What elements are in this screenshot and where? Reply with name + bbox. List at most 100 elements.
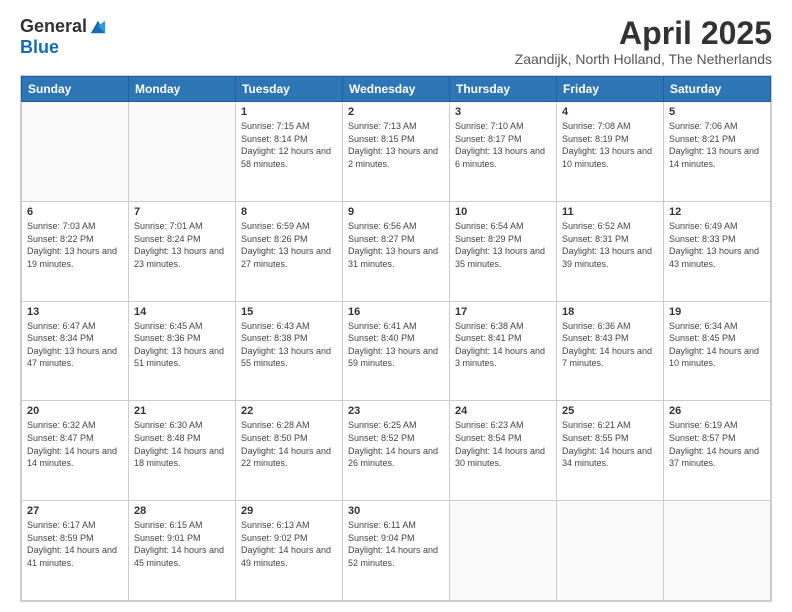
col-sunday: Sunday — [22, 77, 129, 102]
day-info: Sunrise: 6:21 AM Sunset: 8:55 PM Dayligh… — [562, 419, 658, 469]
day-info: Sunrise: 6:41 AM Sunset: 8:40 PM Dayligh… — [348, 320, 444, 370]
col-monday: Monday — [129, 77, 236, 102]
calendar-cell — [557, 501, 664, 601]
week-row-1: 1 Sunrise: 7:15 AM Sunset: 8:14 PM Daylig… — [22, 102, 771, 202]
day-number: 17 — [455, 306, 551, 318]
day-number: 5 — [669, 106, 765, 118]
calendar-cell: 24 Sunrise: 6:23 AM Sunset: 8:54 PM Dayli… — [450, 401, 557, 501]
col-wednesday: Wednesday — [343, 77, 450, 102]
calendar-cell: 28 Sunrise: 6:15 AM Sunset: 9:01 PM Dayli… — [129, 501, 236, 601]
day-info: Sunrise: 6:17 AM Sunset: 8:59 PM Dayligh… — [27, 519, 123, 569]
calendar-cell: 2Sunrise: 7:13 AM Sunset: 8:15 PM Daylig… — [343, 102, 450, 202]
calendar-cell: 29Sunrise: 6:13 AM Sunset: 9:02 PM Dayli… — [236, 501, 343, 601]
day-number: 11 — [562, 206, 658, 218]
day-info: Sunrise: 6:47 AM Sunset: 8:34 PM Dayligh… — [27, 320, 123, 370]
day-number: 28 — [134, 505, 230, 517]
calendar-cell: 27Sunrise: 6:17 AM Sunset: 8:59 PM Dayli… — [22, 501, 129, 601]
day-info: Sunrise: 6:23 AM Sunset: 8:54 PM Dayligh… — [455, 419, 551, 469]
day-number: 23 — [348, 405, 444, 417]
header: General Blue April 2025 Zaandijk, North … — [20, 16, 772, 67]
day-number: 12 — [669, 206, 765, 218]
week-row-3: 13Sunrise: 6:47 AM Sunset: 8:34 PM Dayli… — [22, 301, 771, 401]
day-info: Sunrise: 6:54 AM Sunset: 8:29 PM Dayligh… — [455, 220, 551, 270]
calendar-cell: 19Sunrise: 6:34 AM Sunset: 8:45 PM Dayli… — [664, 301, 771, 401]
day-number: 21 — [134, 405, 230, 417]
day-number: 26 — [669, 405, 765, 417]
day-number: 4 — [562, 106, 658, 118]
day-info: Sunrise: 7:10 AM Sunset: 8:17 PM Dayligh… — [455, 120, 551, 170]
day-number: 19 — [669, 306, 765, 318]
day-info: Sunrise: 7:03 AM Sunset: 8:22 PM Dayligh… — [27, 220, 123, 270]
day-number: 9 — [348, 206, 444, 218]
day-number: 15 — [241, 306, 337, 318]
day-number: 2 — [348, 106, 444, 118]
calendar-cell: 12 Sunrise: 6:49 AM Sunset: 8:33 PM Dayli… — [664, 201, 771, 301]
day-info: Sunrise: 6:38 AM Sunset: 8:41 PM Dayligh… — [455, 320, 551, 370]
col-thursday: Thursday — [450, 77, 557, 102]
logo-blue-text: Blue — [20, 37, 59, 58]
day-number: 14 — [134, 306, 230, 318]
calendar-header-row: Sunday Monday Tuesday Wednesday Thursday… — [22, 77, 771, 102]
col-saturday: Saturday — [664, 77, 771, 102]
logo-general-text: General — [20, 16, 87, 37]
calendar-cell: 11Sunrise: 6:52 AM Sunset: 8:31 PM Dayli… — [557, 201, 664, 301]
day-info: Sunrise: 6:36 AM Sunset: 8:43 PM Dayligh… — [562, 320, 658, 370]
day-info: Sunrise: 6:43 AM Sunset: 8:38 PM Dayligh… — [241, 320, 337, 370]
calendar-cell: 10 Sunrise: 6:54 AM Sunset: 8:29 PM Dayli… — [450, 201, 557, 301]
calendar-cell — [450, 501, 557, 601]
day-number: 22 — [241, 405, 337, 417]
day-info: Sunrise: 7:15 AM Sunset: 8:14 PM Dayligh… — [241, 120, 337, 170]
subtitle: Zaandijk, North Holland, The Netherlands — [515, 51, 772, 67]
calendar-cell — [129, 102, 236, 202]
day-info: Sunrise: 6:49 AM Sunset: 8:33 PM Dayligh… — [669, 220, 765, 270]
calendar-cell: 20Sunrise: 6:32 AM Sunset: 8:47 PM Dayli… — [22, 401, 129, 501]
day-number: 7 — [134, 206, 230, 218]
calendar-cell: 17 Sunrise: 6:38 AM Sunset: 8:41 PM Dayli… — [450, 301, 557, 401]
day-info: Sunrise: 6:25 AM Sunset: 8:52 PM Dayligh… — [348, 419, 444, 469]
day-number: 6 — [27, 206, 123, 218]
col-friday: Friday — [557, 77, 664, 102]
day-number: 25 — [562, 405, 658, 417]
week-row-2: 6 Sunrise: 7:03 AM Sunset: 8:22 PM Daylig… — [22, 201, 771, 301]
day-number: 16 — [348, 306, 444, 318]
day-number: 24 — [455, 405, 551, 417]
calendar-cell: 8 Sunrise: 6:59 AM Sunset: 8:26 PM Daylig… — [236, 201, 343, 301]
calendar-cell: 21 Sunrise: 6:30 AM Sunset: 8:48 PM Dayli… — [129, 401, 236, 501]
logo-icon — [89, 18, 107, 36]
calendar-cell: 4 Sunrise: 7:08 AM Sunset: 8:19 PM Daylig… — [557, 102, 664, 202]
day-number: 8 — [241, 206, 337, 218]
day-info: Sunrise: 7:06 AM Sunset: 8:21 PM Dayligh… — [669, 120, 765, 170]
calendar-cell: 26 Sunrise: 6:19 AM Sunset: 8:57 PM Dayli… — [664, 401, 771, 501]
day-info: Sunrise: 6:32 AM Sunset: 8:47 PM Dayligh… — [27, 419, 123, 469]
calendar: Sunday Monday Tuesday Wednesday Thursday… — [20, 75, 772, 602]
day-number: 10 — [455, 206, 551, 218]
calendar-cell: 18Sunrise: 6:36 AM Sunset: 8:43 PM Dayli… — [557, 301, 664, 401]
day-info: Sunrise: 6:45 AM Sunset: 8:36 PM Dayligh… — [134, 320, 230, 370]
calendar-cell: 5 Sunrise: 7:06 AM Sunset: 8:21 PM Daylig… — [664, 102, 771, 202]
calendar-cell: 3Sunrise: 7:10 AM Sunset: 8:17 PM Daylig… — [450, 102, 557, 202]
main-title: April 2025 — [515, 16, 772, 51]
day-info: Sunrise: 6:30 AM Sunset: 8:48 PM Dayligh… — [134, 419, 230, 469]
title-section: April 2025 Zaandijk, North Holland, The … — [515, 16, 772, 67]
calendar-cell: 15 Sunrise: 6:43 AM Sunset: 8:38 PM Dayli… — [236, 301, 343, 401]
page: General Blue April 2025 Zaandijk, North … — [0, 0, 792, 612]
day-number: 1 — [241, 106, 337, 118]
calendar-cell: 13Sunrise: 6:47 AM Sunset: 8:34 PM Dayli… — [22, 301, 129, 401]
calendar-cell: 16 Sunrise: 6:41 AM Sunset: 8:40 PM Dayli… — [343, 301, 450, 401]
calendar-cell: 30Sunrise: 6:11 AM Sunset: 9:04 PM Dayli… — [343, 501, 450, 601]
calendar-cell — [664, 501, 771, 601]
day-info: Sunrise: 6:11 AM Sunset: 9:04 PM Dayligh… — [348, 519, 444, 569]
day-info: Sunrise: 6:13 AM Sunset: 9:02 PM Dayligh… — [241, 519, 337, 569]
day-info: Sunrise: 6:15 AM Sunset: 9:01 PM Dayligh… — [134, 519, 230, 569]
day-info: Sunrise: 7:08 AM Sunset: 8:19 PM Dayligh… — [562, 120, 658, 170]
logo: General Blue — [20, 16, 107, 58]
calendar-cell: 1 Sunrise: 7:15 AM Sunset: 8:14 PM Daylig… — [236, 102, 343, 202]
day-info: Sunrise: 6:59 AM Sunset: 8:26 PM Dayligh… — [241, 220, 337, 270]
calendar-cell: 14 Sunrise: 6:45 AM Sunset: 8:36 PM Dayli… — [129, 301, 236, 401]
day-info: Sunrise: 6:19 AM Sunset: 8:57 PM Dayligh… — [669, 419, 765, 469]
calendar-cell: 23 Sunrise: 6:25 AM Sunset: 8:52 PM Dayli… — [343, 401, 450, 501]
calendar-cell — [22, 102, 129, 202]
week-row-4: 20Sunrise: 6:32 AM Sunset: 8:47 PM Dayli… — [22, 401, 771, 501]
day-info: Sunrise: 7:01 AM Sunset: 8:24 PM Dayligh… — [134, 220, 230, 270]
calendar-cell: 9Sunrise: 6:56 AM Sunset: 8:27 PM Daylig… — [343, 201, 450, 301]
